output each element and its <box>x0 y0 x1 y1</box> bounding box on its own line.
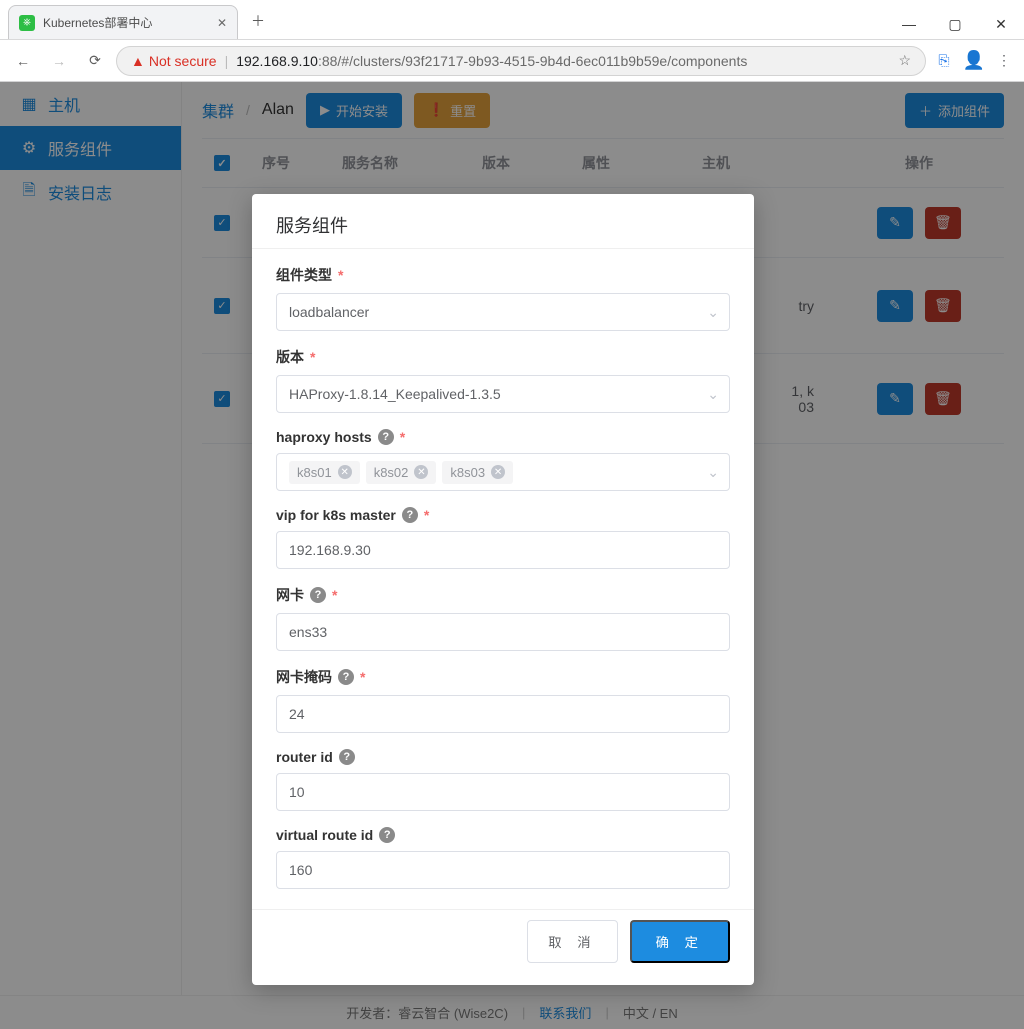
browser-tab[interactable]: ⎈ Kubernetes部署中心 ✕ <box>8 5 238 39</box>
not-secure-badge: ▲ Not secure <box>131 53 217 69</box>
chevron-down-icon: ⌄ <box>707 464 719 481</box>
required-icon: * <box>310 349 315 365</box>
version-select[interactable]: HAProxy-1.8.14_Keepalived-1.3.5 ⌄ <box>276 375 730 413</box>
field-router-id: router id ? <box>276 749 730 811</box>
field-haproxy-hosts: haproxy hosts ? * k8s01✕ k8s02✕ k8s03✕ ⌄ <box>276 429 730 491</box>
bookmark-icon[interactable]: ☆ <box>898 52 911 69</box>
field-netmask: 网卡掩码 ? * <box>276 667 730 733</box>
close-window-icon[interactable]: ✕ <box>978 9 1024 39</box>
netmask-input[interactable] <box>276 695 730 733</box>
ok-button[interactable]: 确 定 <box>630 920 730 963</box>
help-icon[interactable]: ? <box>379 827 395 843</box>
field-nic: 网卡 ? * <box>276 585 730 651</box>
cancel-button[interactable]: 取 消 <box>527 920 617 963</box>
required-icon: * <box>400 429 405 445</box>
reload-icon[interactable]: ⟳ <box>80 46 110 76</box>
host-tag: k8s02✕ <box>366 461 437 484</box>
field-virtual-route-id: virtual route id ? <box>276 827 730 889</box>
host-tag: k8s01✕ <box>289 461 360 484</box>
required-icon: * <box>332 587 337 603</box>
warning-icon: ▲ <box>131 53 145 69</box>
chevron-down-icon: ⌄ <box>707 304 719 321</box>
back-icon[interactable]: ← <box>8 46 38 76</box>
nic-input[interactable] <box>276 613 730 651</box>
forward-icon[interactable]: → <box>44 46 74 76</box>
component-dialog: 服务组件 组件类型 * loadbalancer ⌄ 版本 * HAProxy-… <box>252 194 754 985</box>
haproxy-hosts-select[interactable]: k8s01✕ k8s02✕ k8s03✕ ⌄ <box>276 453 730 491</box>
minimize-icon[interactable]: — <box>886 9 932 39</box>
tab-title: Kubernetes部署中心 <box>43 14 152 31</box>
profile-icon[interactable]: 👤 <box>962 49 986 73</box>
not-secure-label: Not secure <box>149 53 217 69</box>
field-version: 版本 * HAProxy-1.8.14_Keepalived-1.3.5 ⌄ <box>276 347 730 413</box>
url-text: 192.168.9.10:88/#/clusters/93f21717-9b93… <box>236 53 747 69</box>
menu-icon[interactable]: ⋮ <box>992 49 1016 73</box>
help-icon[interactable]: ? <box>339 749 355 765</box>
host-tag: k8s03✕ <box>442 461 513 484</box>
router-id-input[interactable] <box>276 773 730 811</box>
window-controls: — ▢ ✕ <box>886 9 1024 39</box>
browser-navbar: ← → ⟳ ▲ Not secure | 192.168.9.10:88/#/c… <box>0 40 1024 82</box>
required-icon: * <box>338 267 343 283</box>
extension-icon[interactable]: ⎘ <box>932 49 956 73</box>
help-icon[interactable]: ? <box>378 429 394 445</box>
close-tab-icon[interactable]: ✕ <box>217 16 227 30</box>
help-icon[interactable]: ? <box>402 507 418 523</box>
help-icon[interactable]: ? <box>310 587 326 603</box>
field-component-type: 组件类型 * loadbalancer ⌄ <box>276 265 730 331</box>
required-icon: * <box>360 669 365 685</box>
maximize-icon[interactable]: ▢ <box>932 9 978 39</box>
vip-input[interactable] <box>276 531 730 569</box>
remove-tag-icon[interactable]: ✕ <box>491 465 505 479</box>
required-icon: * <box>424 507 429 523</box>
remove-tag-icon[interactable]: ✕ <box>338 465 352 479</box>
component-type-select[interactable]: loadbalancer ⌄ <box>276 293 730 331</box>
address-bar[interactable]: ▲ Not secure | 192.168.9.10:88/#/cluster… <box>116 46 926 76</box>
new-tab-button[interactable]: ＋ <box>244 7 272 35</box>
browser-titlebar: ⎈ Kubernetes部署中心 ✕ ＋ — ▢ ✕ <box>0 0 1024 40</box>
field-vip: vip for k8s master ? * <box>276 507 730 569</box>
virtual-route-id-input[interactable] <box>276 851 730 889</box>
chevron-down-icon: ⌄ <box>707 386 719 403</box>
help-icon[interactable]: ? <box>338 669 354 685</box>
dialog-title: 服务组件 <box>252 194 754 249</box>
remove-tag-icon[interactable]: ✕ <box>414 465 428 479</box>
favicon-icon: ⎈ <box>19 15 35 31</box>
